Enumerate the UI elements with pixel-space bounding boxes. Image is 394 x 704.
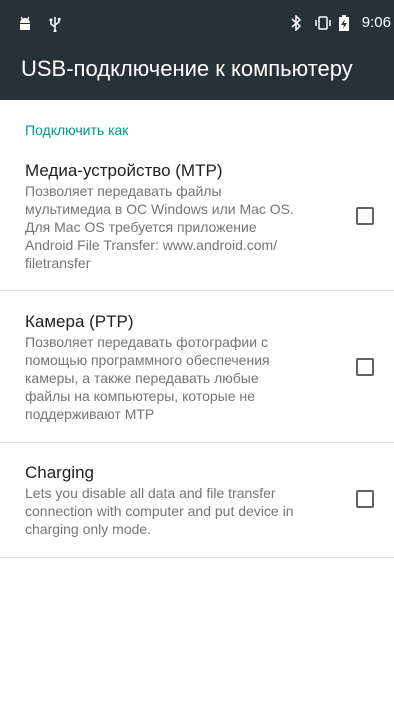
divider [0, 442, 394, 443]
app-bar: USB-подключение к компьютеру [0, 48, 394, 100]
option-ptp[interactable]: Камера (PTP) Позволяет передавать фотогр… [0, 301, 394, 442]
status-time: 9:06 [361, 14, 391, 31]
summary-line: Позволяет передавать файлы [25, 183, 222, 199]
option-charging-checkbox[interactable] [356, 490, 374, 508]
status-left-icons [18, 16, 64, 32]
option-mtp-checkbox[interactable] [356, 207, 374, 225]
divider [0, 557, 394, 558]
section-header: Подключить как [25, 122, 129, 138]
summary-line: connection with computer and put device … [25, 503, 294, 519]
page-title: USB-подключение к компьютеру [21, 56, 353, 81]
summary-line: помощью программного обеспечения [25, 352, 270, 368]
option-mtp-summary: Позволяет передавать файлы мультимедиа в… [25, 182, 325, 272]
option-charging-summary: Lets you disable all data and file trans… [25, 484, 325, 538]
divider [0, 290, 394, 291]
android-debug-icon [18, 16, 34, 32]
option-mtp[interactable]: Медиа-устройство (MTP) Позволяет передав… [0, 150, 394, 290]
bluetooth-icon [290, 15, 306, 31]
status-bar: 9:06 [0, 0, 394, 48]
summary-line: Lets you disable all data and file trans… [25, 485, 276, 501]
usb-icon [48, 16, 64, 32]
screen: 9:06 USB-подключение к компьютеру Подклю… [0, 0, 394, 704]
summary-line: charging only mode. [25, 521, 152, 537]
battery-charging-icon [338, 15, 354, 31]
option-ptp-summary: Позволяет передавать фотографии с помощь… [25, 333, 325, 423]
summary-line: мультимедиа в ОС Windows или Mac OS. [25, 201, 294, 217]
option-mtp-title: Медиа-устройство (MTP) [25, 161, 223, 180]
option-ptp-title: Камера (PTP) [25, 312, 134, 331]
vibrate-icon [314, 15, 331, 31]
summary-line: файлы на компьютеры, которые не [25, 388, 255, 404]
summary-line: Для Mac OS требуется приложение [25, 219, 257, 235]
status-right-icons: 9:06 [290, 14, 391, 32]
summary-line: Android File Transfer: www.android.com/ [25, 237, 278, 253]
summary-line: поддерживают MTP [25, 406, 155, 422]
summary-line: камеры, а также передавать любые [25, 370, 259, 386]
summary-line: filetransfer [25, 255, 91, 271]
option-charging[interactable]: Charging Lets you disable all data and f… [0, 452, 394, 557]
option-charging-title: Charging [25, 463, 94, 482]
summary-line: Позволяет передавать фотографии с [25, 334, 268, 350]
option-ptp-checkbox[interactable] [356, 358, 374, 376]
